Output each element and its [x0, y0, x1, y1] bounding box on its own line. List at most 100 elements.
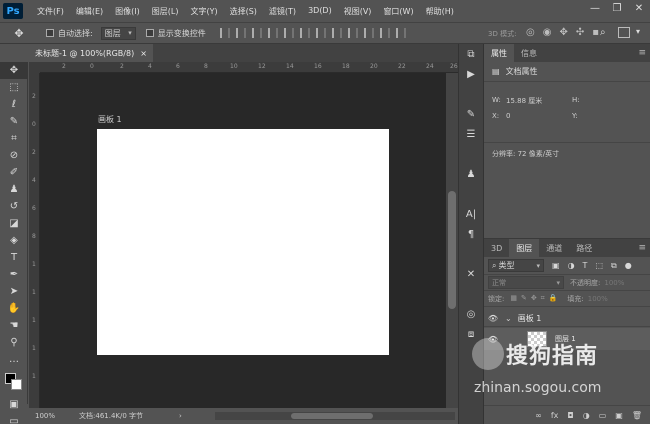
- blend-mode-dropdown[interactable]: 正常: [488, 276, 564, 289]
- menu-image[interactable]: 图像(I): [109, 6, 146, 17]
- align-bottom-icon[interactable]: [251, 28, 262, 38]
- tab-layers[interactable]: 图层: [509, 239, 540, 257]
- artboard[interactable]: [97, 129, 389, 355]
- pen-icon[interactable]: ✒: [0, 266, 28, 283]
- adjust-panel-icon[interactable]: ☰: [459, 124, 483, 144]
- fill-value[interactable]: 100%: [588, 295, 608, 303]
- menu-help[interactable]: 帮助(H): [420, 6, 460, 17]
- 3d-pan-icon[interactable]: ✥: [559, 27, 567, 38]
- horizontal-scrollbar[interactable]: [215, 412, 455, 420]
- actions-play-icon[interactable]: ▶: [459, 64, 483, 84]
- search-icon[interactable]: ⌕: [600, 27, 606, 38]
- quick-select-icon[interactable]: ✎: [0, 113, 28, 130]
- paragraph-panel-icon[interactable]: ¶: [459, 224, 483, 244]
- distribute-right-icon[interactable]: [395, 28, 406, 38]
- 3d-slide-icon[interactable]: ✣: [576, 27, 584, 38]
- x-value[interactable]: 0: [506, 112, 510, 120]
- lasso-icon[interactable]: ℓ: [0, 96, 28, 113]
- filter-kind-dropdown[interactable]: ⌕ 类型: [488, 259, 544, 272]
- canvas-area[interactable]: 画板 1: [40, 73, 446, 408]
- artboard-label[interactable]: 画板 1: [98, 114, 122, 125]
- crop-icon[interactable]: ⌗: [0, 130, 28, 147]
- filter-pixel-icon[interactable]: ▣: [552, 261, 560, 271]
- history-brush-icon[interactable]: ↺: [0, 198, 28, 215]
- tools-panel-icon[interactable]: ✕: [459, 264, 483, 284]
- swirl-panel-icon[interactable]: ◎: [459, 304, 483, 324]
- menu-select[interactable]: 选择(S): [224, 6, 263, 17]
- opacity-value[interactable]: 100%: [604, 279, 624, 287]
- brush-panel-icon[interactable]: ✎: [459, 104, 483, 124]
- vertical-scroll-thumb[interactable]: [448, 191, 456, 309]
- tab-channels[interactable]: 通道: [539, 239, 569, 257]
- close-button[interactable]: ✕: [634, 3, 644, 14]
- background-color[interactable]: [11, 379, 22, 390]
- move-icon[interactable]: ✥: [0, 62, 28, 79]
- status-arrow-icon[interactable]: ›: [179, 412, 182, 420]
- auto-select-dropdown[interactable]: 图层: [100, 26, 136, 40]
- 3d-rotate-icon[interactable]: ◎: [526, 27, 535, 38]
- path-select-icon[interactable]: ➤: [0, 283, 28, 300]
- 3d-roll-icon[interactable]: ◉: [543, 27, 552, 38]
- type-icon[interactable]: T: [0, 249, 28, 266]
- close-tab-icon[interactable]: ×: [140, 49, 147, 58]
- 3d-scale-icon[interactable]: ▪: [592, 27, 599, 38]
- filter-toggle-icon[interactable]: ●: [625, 261, 632, 271]
- character-panel-icon[interactable]: A|: [459, 204, 483, 224]
- zoom-icon[interactable]: ⚲: [0, 334, 28, 351]
- filter-shape-icon[interactable]: ⬚: [595, 261, 603, 271]
- stamp-icon[interactable]: ♟: [0, 181, 28, 198]
- auto-select-toggle[interactable]: 自动选择:: [46, 26, 93, 40]
- align-hcenter-icon[interactable]: [283, 28, 294, 38]
- eye-icon[interactable]: 👁: [487, 314, 499, 324]
- tab-paths[interactable]: 路径: [569, 239, 599, 257]
- history-panel-icon[interactable]: ⧉: [459, 44, 483, 64]
- distribute-left-icon[interactable]: [363, 28, 374, 38]
- move-tool-preset-icon[interactable]: ✥: [8, 26, 30, 40]
- distribute-top-icon[interactable]: [315, 28, 326, 38]
- tab-properties[interactable]: 属性: [484, 44, 514, 62]
- brush-icon[interactable]: ✐: [0, 164, 28, 181]
- menu-type[interactable]: 文字(Y): [184, 6, 223, 17]
- clone-source-icon[interactable]: ♟: [459, 164, 483, 184]
- menu-view[interactable]: 视图(V): [338, 6, 378, 17]
- marquee-icon[interactable]: ⬚: [0, 79, 28, 96]
- show-transform-toggle[interactable]: 显示变换控件: [145, 26, 206, 40]
- restore-button[interactable]: ❐: [612, 3, 622, 14]
- filter-adjust-icon[interactable]: ◑: [568, 261, 575, 271]
- show-transform-checkbox[interactable]: [145, 29, 154, 37]
- filter-type-icon[interactable]: T: [583, 261, 588, 271]
- workspace-dropdown-icon[interactable]: ▾: [636, 27, 640, 36]
- zoom-level[interactable]: 100%: [35, 412, 55, 420]
- layers-panel-menu-icon[interactable]: ≡: [638, 243, 646, 253]
- menu-3d[interactable]: 3D(D): [302, 6, 338, 17]
- menu-filter[interactable]: 滤镜(T): [263, 6, 302, 17]
- minimize-button[interactable]: —: [590, 3, 600, 14]
- gradient-icon[interactable]: ◈: [0, 232, 28, 249]
- screen-mode-icon[interactable]: ▭: [0, 413, 28, 424]
- vertical-scrollbar[interactable]: [446, 73, 458, 408]
- eyedropper-icon[interactable]: ⊘: [0, 147, 28, 164]
- lock-icons[interactable]: ▦✎✥⌗🔒: [510, 294, 561, 303]
- w-value[interactable]: 15.88 厘米: [506, 96, 542, 106]
- horizontal-scroll-thumb[interactable]: [291, 413, 373, 419]
- menu-edit[interactable]: 编辑(E): [70, 6, 109, 17]
- eraser-icon[interactable]: ◪: [0, 215, 28, 232]
- menu-layer[interactable]: 图层(L): [146, 6, 185, 17]
- chevron-down-icon[interactable]: ⌄: [505, 314, 512, 323]
- panel-menu-icon[interactable]: ≡: [638, 48, 646, 58]
- more-icon[interactable]: …: [0, 351, 28, 368]
- menu-file[interactable]: 文件(F): [31, 6, 70, 17]
- align-vcenter-icon[interactable]: [235, 28, 246, 38]
- quick-mask-icon[interactable]: ▣: [0, 396, 28, 413]
- auto-select-checkbox[interactable]: [46, 29, 54, 37]
- align-right-icon[interactable]: [299, 28, 310, 38]
- shape-icon[interactable]: ✋: [0, 300, 28, 317]
- document-tab[interactable]: 未标题-1 @ 100%(RGB/8) ×: [29, 44, 153, 62]
- filter-smart-icon[interactable]: ⧉: [611, 261, 617, 271]
- tab-info[interactable]: 信息: [514, 44, 544, 62]
- distribute-bottom-icon[interactable]: [347, 28, 358, 38]
- align-top-icon[interactable]: [219, 28, 230, 38]
- distribute-vcenter-icon[interactable]: [331, 28, 342, 38]
- distribute-hcenter-icon[interactable]: [379, 28, 390, 38]
- tab-3d[interactable]: 3D: [484, 239, 509, 257]
